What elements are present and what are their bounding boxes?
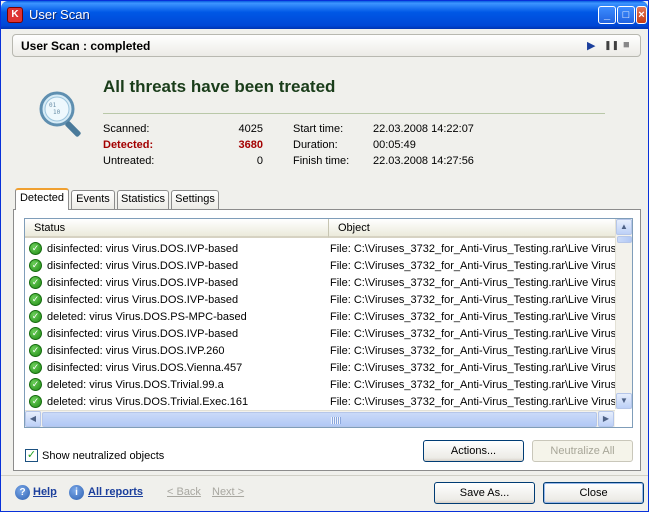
scroll-grip [331, 417, 341, 424]
row-status: deleted: virus Virus.DOS.Trivial.Exec.16… [47, 396, 249, 408]
tab-detected[interactable]: Detected [15, 188, 69, 210]
row-status: disinfected: virus Virus.DOS.IVP-based [47, 243, 239, 255]
scroll-down-button[interactable]: ▼ [616, 393, 632, 409]
row-status: disinfected: virus Virus.DOS.IVP-based [47, 294, 239, 306]
row-object: File: C:\Viruses_3732_for_Anti-Virus_Tes… [330, 277, 616, 289]
row-status: deleted: virus Virus.DOS.PS-MPC-based [47, 311, 247, 323]
summary-divider [103, 113, 605, 114]
next-link[interactable]: Next > [212, 486, 244, 498]
horizontal-scrollbar[interactable]: ◀ ▶ [25, 410, 615, 427]
row-object: File: C:\Viruses_3732_for_Anti-Virus_Tes… [330, 311, 616, 323]
finish-time-label: Finish time: [293, 155, 350, 167]
table-row[interactable]: ✓ disinfected: virus Virus.DOS.Vienna.457… [25, 360, 616, 377]
help-link[interactable]: Help [33, 486, 57, 498]
check-circle-icon: ✓ [29, 276, 42, 289]
check-circle-icon: ✓ [29, 395, 42, 408]
tab-events[interactable]: Events [71, 190, 115, 209]
maximize-button[interactable]: □ [617, 6, 635, 24]
scan-status-title: User Scan : completed [21, 39, 151, 53]
scanned-value: 4025 [238, 123, 263, 135]
pause-icon[interactable]: ❚❚ [604, 40, 619, 51]
untreated-label: Untreated: [103, 155, 155, 167]
check-circle-icon: ✓ [29, 242, 42, 255]
detected-label: Detected: [103, 139, 154, 151]
row-status: deleted: virus Virus.DOS.Trivial.99.a [47, 379, 224, 391]
scan-window: K User Scan _ □ × User Scan : completed … [0, 0, 649, 512]
row-object: File: C:\Viruses_3732_for_Anti-Virus_Tes… [330, 294, 616, 306]
scanned-label: Scanned: [103, 123, 150, 135]
table-row[interactable]: ✓ disinfected: virus Virus.DOS.IVP-based F… [25, 241, 616, 258]
neutralize-all-button[interactable]: Neutralize All [532, 440, 633, 462]
detected-objects-list[interactable]: Status Object ✓ disinfected: virus Virus.… [24, 218, 633, 428]
check-circle-icon: ✓ [29, 293, 42, 306]
duration-label: Duration: [293, 139, 338, 151]
minimize-button[interactable]: _ [598, 6, 616, 24]
scroll-up-button[interactable]: ▲ [616, 219, 632, 235]
save-as-button[interactable]: Save As... [434, 482, 535, 504]
row-object: File: C:\Viruses_3732_for_Anti-Virus_Tes… [330, 243, 616, 255]
row-status: disinfected: virus Virus.DOS.IVP-based [47, 277, 239, 289]
check-circle-icon: ✓ [29, 378, 42, 391]
magnifier-icon: 01 10 [39, 91, 81, 137]
kaspersky-app-icon: K [7, 7, 23, 23]
check-circle-icon: ✓ [29, 344, 42, 357]
svg-text:01: 01 [49, 102, 57, 109]
table-row[interactable]: ✓ deleted: virus Virus.DOS.Trivial.99.a Fi… [25, 377, 616, 394]
check-circle-icon: ✓ [29, 361, 42, 374]
all-reports-link[interactable]: All reports [88, 486, 143, 498]
row-object: File: C:\Viruses_3732_for_Anti-Virus_Tes… [330, 379, 616, 391]
play-icon[interactable]: ▶ [587, 39, 595, 52]
row-object: File: C:\Viruses_3732_for_Anti-Virus_Tes… [330, 345, 616, 357]
start-time-value: 22.03.2008 14:22:07 [373, 123, 474, 135]
row-status: disinfected: virus Virus.DOS.IVP.260 [47, 345, 225, 357]
actions-button[interactable]: Actions... [423, 440, 524, 462]
vertical-scroll-thumb[interactable] [617, 236, 632, 243]
scroll-right-button[interactable]: ▶ [598, 411, 614, 427]
table-row[interactable]: ✓ deleted: virus Virus.DOS.PS-MPC-based Fi… [25, 309, 616, 326]
start-time-label: Start time: [293, 123, 344, 135]
table-row[interactable]: ✓ disinfected: virus Virus.DOS.IVP-based F… [25, 326, 616, 343]
table-row[interactable]: ✓ disinfected: virus Virus.DOS.IVP-based F… [25, 275, 616, 292]
title-bar[interactable]: K User Scan _ □ × [1, 1, 648, 29]
check-circle-icon: ✓ [29, 327, 42, 340]
row-object: File: C:\Viruses_3732_for_Anti-Virus_Tes… [330, 260, 616, 272]
back-link[interactable]: < Back [167, 486, 201, 498]
row-status: disinfected: virus Virus.DOS.Vienna.457 [47, 362, 243, 374]
column-header-status[interactable]: Status [25, 219, 329, 238]
stop-icon[interactable]: ■ [623, 39, 630, 51]
show-neutralized-checkbox[interactable]: ✓ [25, 449, 38, 462]
scroll-left-button[interactable]: ◀ [25, 411, 41, 427]
horizontal-scroll-thumb[interactable] [42, 412, 597, 427]
show-neutralized-label[interactable]: Show neutralized objects [42, 450, 164, 462]
tab-settings[interactable]: Settings [171, 190, 219, 209]
column-header-object[interactable]: Object [329, 219, 617, 238]
info-icon[interactable]: i [69, 485, 84, 500]
vertical-scrollbar[interactable]: ▲ ▼ [615, 219, 632, 409]
tab-statistics[interactable]: Statistics [117, 190, 169, 209]
close-button[interactable]: Close [543, 482, 644, 504]
row-status: disinfected: virus Virus.DOS.IVP-based [47, 328, 239, 340]
window-title: User Scan [29, 7, 90, 22]
table-row[interactable]: ✓ deleted: virus Virus.DOS.Trivial.Exec.1… [25, 394, 616, 411]
footer-divider [1, 475, 648, 476]
table-rows: ✓ disinfected: virus Virus.DOS.IVP-based F… [25, 241, 616, 411]
row-object: File: C:\Viruses_3732_for_Anti-Virus_Tes… [330, 362, 616, 374]
row-object: File: C:\Viruses_3732_for_Anti-Virus_Tes… [330, 396, 616, 408]
help-icon[interactable]: ? [15, 485, 30, 500]
table-row[interactable]: ✓ disinfected: virus Virus.DOS.IVP-based F… [25, 258, 616, 275]
row-object: File: C:\Viruses_3732_for_Anti-Virus_Tes… [330, 328, 616, 340]
check-circle-icon: ✓ [29, 259, 42, 272]
table-row[interactable]: ✓ disinfected: virus Virus.DOS.IVP-based F… [25, 292, 616, 309]
row-status: disinfected: virus Virus.DOS.IVP-based [47, 260, 239, 272]
duration-value: 00:05:49 [373, 139, 416, 151]
finish-time-value: 22.03.2008 14:27:56 [373, 155, 474, 167]
scan-status-header: User Scan : completed ▶ ❚❚ ■ [12, 34, 641, 57]
close-window-button[interactable]: × [636, 6, 647, 24]
summary-title: All threats have been treated [103, 77, 336, 96]
check-circle-icon: ✓ [29, 310, 42, 323]
untreated-value: 0 [256, 155, 263, 167]
svg-text:10: 10 [53, 109, 61, 116]
detected-value: 3680 [238, 139, 263, 151]
table-row[interactable]: ✓ disinfected: virus Virus.DOS.IVP.260 Fil… [25, 343, 616, 360]
